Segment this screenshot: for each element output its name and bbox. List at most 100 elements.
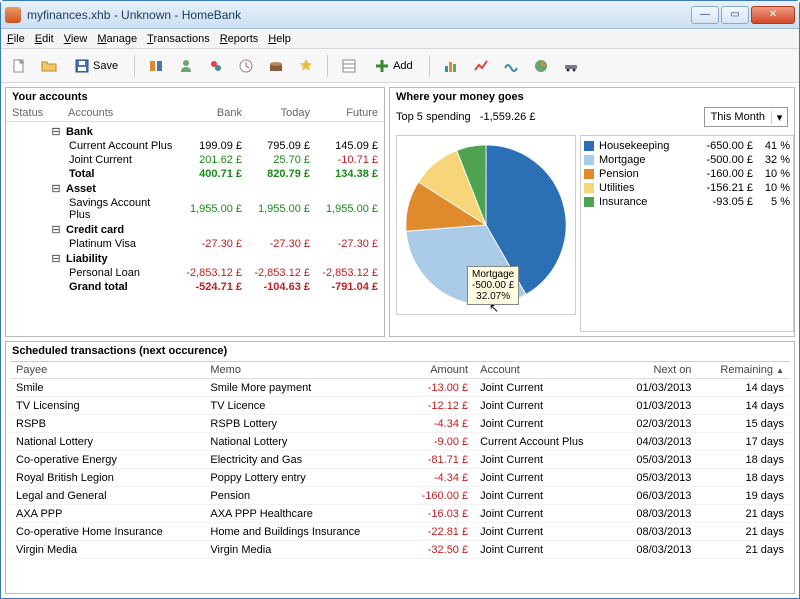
maximize-button[interactable]: ▭ <box>721 6 749 24</box>
scheduled-row[interactable]: Virgin Media Virgin Media -32.50 £ Joint… <box>10 541 790 559</box>
legend-item[interactable]: Mortgage -500.00 £ 32 % <box>584 153 790 167</box>
sched-col-memo[interactable]: Memo <box>204 362 402 379</box>
cell-account: Joint Current <box>474 541 615 559</box>
col-future[interactable]: Future <box>310 107 378 119</box>
legend-pct: 41 % <box>758 140 790 152</box>
cell-account: Current Account Plus <box>474 433 615 451</box>
pie-tooltip: Mortgage -500.00 £ 32.07% <box>467 266 519 305</box>
menu-manage[interactable]: Manage <box>97 33 137 45</box>
cell-payee: Royal British Legion <box>10 469 204 487</box>
account-row[interactable]: Savings Account Plus1,955.00 £1,955.00 £… <box>10 196 380 222</box>
collapse-icon[interactable]: ⊟ <box>50 125 62 138</box>
menu-edit[interactable]: Edit <box>35 33 54 45</box>
sched-col-account[interactable]: Account <box>474 362 615 379</box>
trend-icon[interactable] <box>469 54 493 78</box>
collapse-icon[interactable]: ⊟ <box>50 252 62 265</box>
statistics-icon[interactable] <box>439 54 463 78</box>
col-accounts[interactable]: Accounts <box>68 107 174 119</box>
add-label: Add <box>393 60 413 72</box>
add-button[interactable]: Add <box>367 54 420 78</box>
cell-next: 08/03/2013 <box>615 523 697 541</box>
scheduled-icon[interactable] <box>234 54 258 78</box>
cell-account: Joint Current <box>474 469 615 487</box>
minimize-button[interactable]: — <box>691 6 719 24</box>
period-select[interactable]: This Month ▾ <box>704 107 788 127</box>
account-group[interactable]: ⊟Asset <box>10 181 380 196</box>
cell-remaining: 21 days <box>697 541 790 559</box>
menu-help[interactable]: Help <box>268 33 291 45</box>
categories-icon[interactable] <box>204 54 228 78</box>
toolbar-separator <box>134 55 135 77</box>
legend-item[interactable]: Housekeeping -650.00 £ 41 % <box>584 139 790 153</box>
account-row[interactable]: Personal Loan-2,853.12 £-2,853.12 £-2,85… <box>10 266 380 280</box>
tooltip-name: Mortgage <box>472 269 514 280</box>
scheduled-title: Scheduled transactions (next occurence) <box>6 342 794 361</box>
sched-col-amount[interactable]: Amount <box>403 362 475 379</box>
scheduled-row[interactable]: Legal and General Pension -160.00 £ Join… <box>10 487 790 505</box>
vehicle-icon[interactable] <box>559 54 583 78</box>
accounts-body: ⊟BankCurrent Account Plus199.09 £795.09 … <box>6 122 384 336</box>
cell-next: 06/03/2013 <box>615 487 697 505</box>
pie-chart[interactable]: Mortgage -500.00 £ 32.07% ↖ <box>396 135 576 315</box>
col-status[interactable]: Status <box>12 107 68 119</box>
legend-item[interactable]: Utilities -156.21 £ 10 % <box>584 181 790 195</box>
close-button[interactable]: ✕ <box>751 6 795 24</box>
show-transactions-icon[interactable] <box>337 54 361 78</box>
account-group[interactable]: ⊟Bank <box>10 124 380 139</box>
legend-amount: -156.21 £ <box>695 182 753 194</box>
account-total: Total400.71 £820.79 £134.38 £ <box>10 167 380 181</box>
account-row[interactable]: Current Account Plus199.09 £795.09 £145.… <box>10 139 380 153</box>
legend-pct: 10 % <box>758 168 790 180</box>
cell-next: 05/03/2013 <box>615 451 697 469</box>
sched-col-payee[interactable]: Payee <box>10 362 204 379</box>
col-today[interactable]: Today <box>242 107 310 119</box>
cell-payee: RSPB <box>10 415 204 433</box>
scheduled-row[interactable]: AXA PPP AXA PPP Healthcare -16.03 £ Join… <box>10 505 790 523</box>
sched-col-next[interactable]: Next on <box>615 362 697 379</box>
titlebar: myfinances.xhb - Unknown - HomeBank — ▭ … <box>1 1 799 29</box>
save-button[interactable]: Save <box>67 54 125 78</box>
legend-pct: 32 % <box>758 154 790 166</box>
legend-swatch <box>584 197 594 207</box>
scheduled-table[interactable]: Payee Memo Amount Account Next on Remain… <box>10 362 790 589</box>
collapse-icon[interactable]: ⊟ <box>50 182 62 195</box>
cell-payee: TV Licensing <box>10 397 204 415</box>
payees-icon[interactable] <box>174 54 198 78</box>
assignments-icon[interactable] <box>294 54 318 78</box>
cell-memo: Smile More payment <box>204 379 402 397</box>
scheduled-row[interactable]: National Lottery National Lottery -9.00 … <box>10 433 790 451</box>
cell-remaining: 21 days <box>697 505 790 523</box>
new-file-icon[interactable] <box>7 54 31 78</box>
legend-item[interactable]: Pension -160.00 £ 10 % <box>584 167 790 181</box>
cell-payee: Co-operative Energy <box>10 451 204 469</box>
balance-icon[interactable] <box>499 54 523 78</box>
scheduled-row[interactable]: Co-operative Home Insurance Home and Bui… <box>10 523 790 541</box>
cell-next: 08/03/2013 <box>615 505 697 523</box>
menu-view[interactable]: View <box>64 33 88 45</box>
cell-remaining: 14 days <box>697 397 790 415</box>
col-bank[interactable]: Bank <box>174 107 242 119</box>
accounts-icon[interactable] <box>144 54 168 78</box>
spending-legend: Housekeeping -650.00 £ 41 % Mortgage -50… <box>580 135 794 332</box>
account-row[interactable]: Platinum Visa-27.30 £-27.30 £-27.30 £ <box>10 237 380 251</box>
collapse-icon[interactable]: ⊟ <box>50 223 62 236</box>
scheduled-row[interactable]: RSPB RSPB Lottery -4.34 £ Joint Current … <box>10 415 790 433</box>
open-file-icon[interactable] <box>37 54 61 78</box>
cell-remaining: 21 days <box>697 523 790 541</box>
legend-item[interactable]: Insurance -93.05 £ 5 % <box>584 195 790 209</box>
budget-report-icon[interactable] <box>529 54 553 78</box>
budget-icon[interactable] <box>264 54 288 78</box>
scheduled-row[interactable]: TV Licensing TV Licence -12.12 £ Joint C… <box>10 397 790 415</box>
scheduled-row[interactable]: Royal British Legion Poppy Lottery entry… <box>10 469 790 487</box>
scheduled-row[interactable]: Co-operative Energy Electricity and Gas … <box>10 451 790 469</box>
account-group[interactable]: ⊟Liability <box>10 251 380 266</box>
account-group[interactable]: ⊟Credit card <box>10 222 380 237</box>
scheduled-row[interactable]: Smile Smile More payment -13.00 £ Joint … <box>10 379 790 397</box>
cell-amount: -16.03 £ <box>403 505 475 523</box>
menu-transactions[interactable]: Transactions <box>147 33 210 45</box>
menu-reports[interactable]: Reports <box>220 33 259 45</box>
sched-col-remaining[interactable]: Remaining ▲ <box>697 362 790 379</box>
account-row[interactable]: Joint Current201.62 £25.70 £-10.71 £ <box>10 153 380 167</box>
accounts-title: Your accounts <box>6 88 384 107</box>
menu-file[interactable]: File <box>7 33 25 45</box>
